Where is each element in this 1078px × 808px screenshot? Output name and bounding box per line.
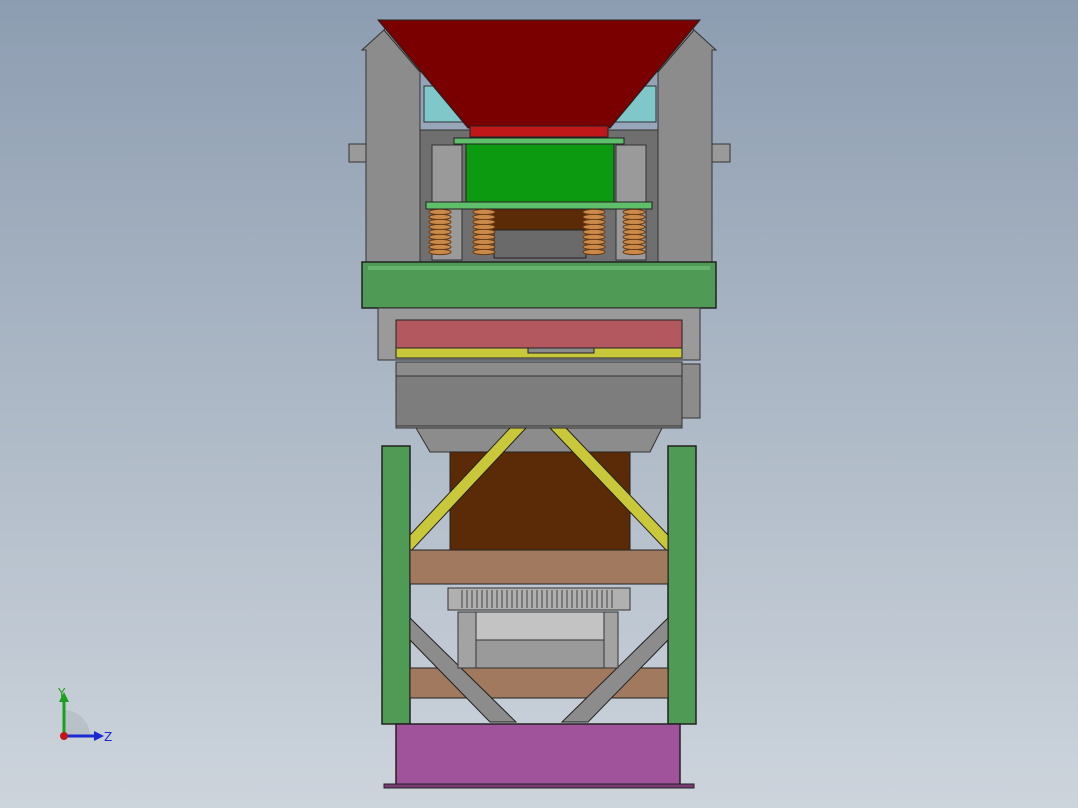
purple-base[interactable] [383,723,695,789]
middle-section[interactable] [377,307,701,453]
z-axis-label: Z [104,730,113,744]
machine-assembly-model[interactable] [0,0,1078,808]
y-axis-label: Y [58,686,66,700]
spring-2 [472,208,496,256]
orientation-triad: Y Z [52,686,122,750]
spring-1 [428,208,452,256]
cad-graphics-viewport[interactable]: Y Z [0,0,1078,808]
spring-3 [582,208,606,256]
spring-4 [622,208,646,256]
lower-frame[interactable] [381,427,697,725]
conveyor-roller[interactable] [447,587,631,669]
green-base-plate[interactable] [361,261,717,309]
